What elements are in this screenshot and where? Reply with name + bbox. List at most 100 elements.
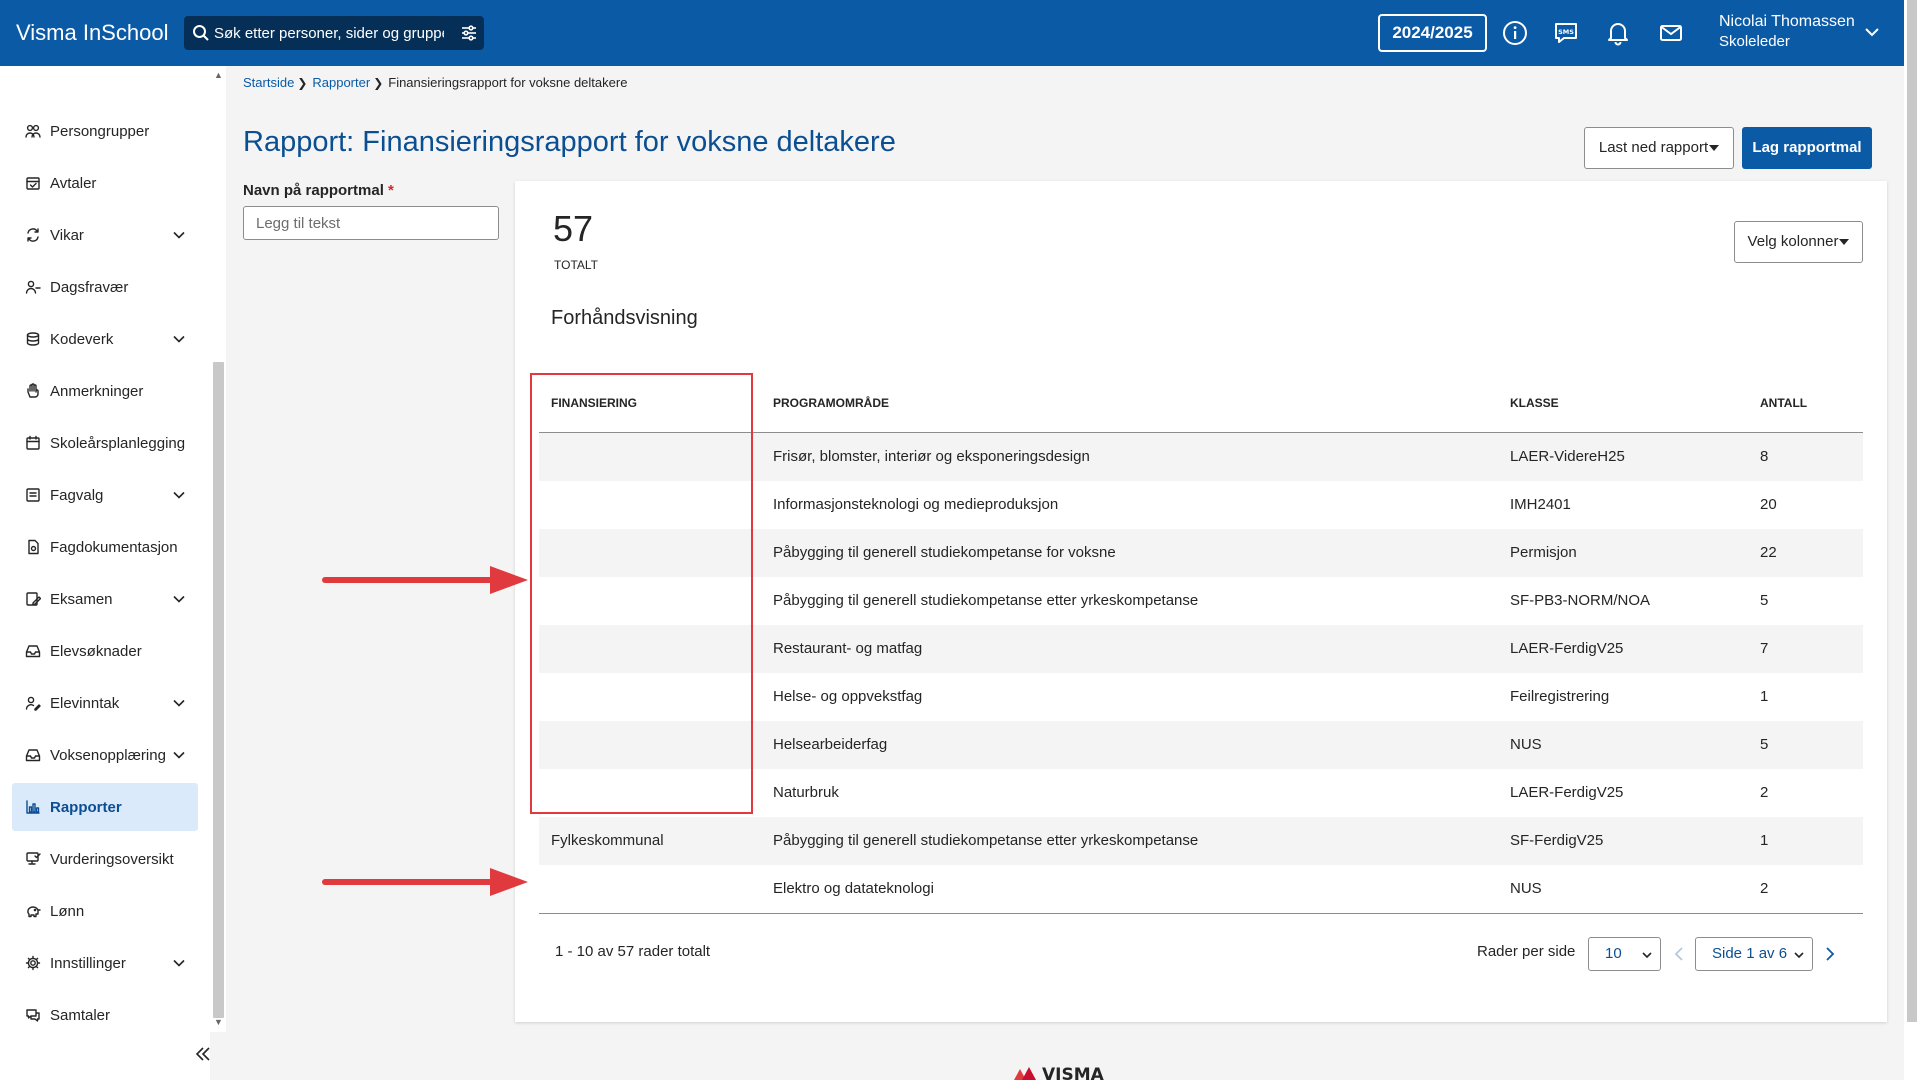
chevron-down-icon[interactable]: [172, 332, 186, 346]
filter-sliders-icon[interactable]: [460, 24, 478, 42]
sidebar-item-label: Rapporter: [50, 798, 122, 816]
collapse-sidebar-icon[interactable]: [194, 1045, 212, 1063]
sidebar-item-skoleårsplanlegging[interactable]: Skoleårsplanlegging: [12, 419, 198, 467]
cell-programomrade: Helsearbeiderfag: [773, 736, 888, 753]
sidebar-item-voksenopplæring[interactable]: Voksenopplæring: [12, 731, 198, 779]
sidebar-item-elevsøknader[interactable]: Elevsøknader: [12, 627, 198, 675]
create-template-button[interactable]: Lag rapportmal: [1742, 127, 1872, 169]
breadcrumb-reports[interactable]: Rapporter: [312, 75, 370, 90]
sidebar-item-fagdokumentasjon[interactable]: Fagdokumentasjon: [12, 523, 198, 571]
cell-klasse: LAER-FerdigV25: [1510, 640, 1624, 657]
cell-antall: 20: [1760, 496, 1777, 513]
scroll-down-arrow-icon[interactable]: ▼: [214, 1017, 223, 1027]
sidebar-item-elevinntak[interactable]: Elevinntak: [12, 679, 198, 727]
school-year-button[interactable]: 2024/2025: [1378, 14, 1487, 52]
sidebar-item-dagsfravær[interactable]: Dagsfravær: [12, 263, 198, 311]
page-value: Side 1 av 6: [1712, 945, 1788, 962]
table-bottom-divider: [539, 913, 1863, 914]
column-header-programomrade[interactable]: PROGRAMOMRÅDE: [773, 396, 889, 410]
sidebar-item-label: Persongrupper: [50, 122, 150, 140]
rows-per-page-label: Rader per side: [1477, 943, 1576, 960]
chevron-down-icon: [1794, 952, 1804, 959]
inbox-icon: [25, 645, 41, 658]
sidebar-item-rapporter[interactable]: Rapporter: [12, 783, 198, 831]
sidebar-item-label: Fagvalg: [50, 486, 104, 504]
svg-text:VISMA: VISMA: [1042, 1065, 1105, 1080]
sidebar-scroll-thumb[interactable]: [213, 362, 224, 1018]
mail-icon[interactable]: [1658, 20, 1684, 46]
person-edit-icon: [25, 696, 41, 711]
sidebar-item-label: Avtaler: [50, 174, 97, 192]
download-report-button[interactable]: Last ned rapport: [1584, 127, 1734, 169]
chevron-down-icon[interactable]: [172, 488, 186, 502]
user-menu[interactable]: Nicolai Thomassen Skoleleder: [1719, 13, 1855, 50]
search-input[interactable]: [214, 18, 444, 48]
chevron-down-icon[interactable]: [1864, 24, 1880, 40]
cell-antall: 2: [1760, 880, 1769, 897]
chat-icon: [26, 1009, 40, 1022]
column-header-antall[interactable]: ANTALL: [1760, 396, 1807, 410]
chevron-down-icon[interactable]: [172, 748, 186, 762]
required-marker: *: [388, 182, 394, 199]
visma-footer-logo: VISMA: [1014, 1065, 1105, 1080]
sidebar-item-label: Kodeverk: [50, 330, 114, 348]
bell-icon[interactable]: [1605, 20, 1631, 46]
search-icon: [193, 25, 209, 41]
table-row: Fylkeskommunal Påbygging til generell stu…: [539, 817, 1863, 865]
sidebar-item-label: Samtaler: [50, 1006, 111, 1024]
bar-chart-icon: [26, 800, 40, 814]
rows-per-page-select[interactable]: 10: [1588, 937, 1661, 971]
template-name-input[interactable]: [243, 206, 499, 240]
chevron-down-icon[interactable]: [172, 956, 186, 970]
inbox-icon: [25, 749, 41, 762]
app-logo[interactable]: Visma InSchool: [16, 20, 168, 46]
swap-icon: [27, 228, 39, 242]
annotation-highlight-box: [530, 373, 753, 814]
cell-antall: 22: [1760, 544, 1777, 561]
sidebar-item-persongrupper[interactable]: Persongrupper: [12, 107, 198, 155]
scroll-up-arrow-icon[interactable]: ▲: [214, 70, 223, 80]
cell-klasse: Permisjon: [1510, 544, 1577, 561]
global-search[interactable]: [184, 16, 484, 50]
column-header-klasse[interactable]: KLASSE: [1510, 396, 1559, 410]
svg-text:SMS: SMS: [1558, 28, 1574, 36]
pagination-info: 1 - 10 av 57 rader totalt: [555, 943, 711, 960]
user-role: Skoleleder: [1719, 33, 1790, 50]
page-select[interactable]: Side 1 av 6: [1695, 937, 1813, 971]
previous-page-icon[interactable]: [1672, 946, 1686, 962]
sms-icon[interactable]: SMS: [1553, 20, 1579, 46]
cell-antall: 7: [1760, 640, 1769, 657]
calendar-check-icon: [26, 177, 40, 190]
chevron-down-icon[interactable]: [172, 696, 186, 710]
sidebar-item-samtaler[interactable]: Samtaler: [12, 991, 198, 1039]
cell-programomrade: Påbygging til generell studiekompetanse …: [773, 592, 1199, 609]
template-name-label: Navn på rapportmal *: [243, 182, 394, 199]
cell-klasse: NUS: [1510, 880, 1542, 897]
select-columns-button[interactable]: Velg kolonner: [1734, 221, 1863, 263]
sidebar-item-label: Vikar: [50, 226, 84, 244]
chevron-down-icon[interactable]: [172, 592, 186, 606]
cell-klasse: SF-PB3-NORM/NOA: [1510, 592, 1651, 609]
top-bar: Visma InSchool 2024/2025 SMS Nicolai Tho…: [0, 0, 1920, 66]
sidebar-item-kodeverk[interactable]: Kodeverk: [12, 315, 198, 363]
chevron-down-icon: [1642, 952, 1652, 959]
cell-antall: 5: [1760, 736, 1769, 753]
sidebar-item-innstillinger[interactable]: Innstillinger: [12, 939, 198, 987]
sidebar-item-anmerkninger[interactable]: Anmerkninger: [12, 367, 198, 415]
review-icon: [26, 852, 41, 865]
page-scroll-thumb[interactable]: [1907, 0, 1917, 1022]
info-icon[interactable]: [1502, 20, 1528, 46]
sidebar-item-fagvalg[interactable]: Fagvalg: [12, 471, 198, 519]
page-title: Rapport: Finansieringsrapport for voksne…: [243, 126, 896, 158]
next-page-icon[interactable]: [1823, 946, 1837, 962]
sidebar-item-avtaler[interactable]: Avtaler: [12, 159, 198, 207]
sidebar-item-eksamen[interactable]: Eksamen: [12, 575, 198, 623]
breadcrumb-home[interactable]: Startside: [243, 75, 294, 90]
document-gear-icon: [28, 539, 39, 555]
breadcrumb-separator: ❯: [373, 76, 384, 90]
sidebar-item-lønn[interactable]: Lønn: [12, 887, 198, 935]
cell-antall: 2: [1760, 784, 1769, 801]
sidebar-item-vurderingsoversikt[interactable]: Vurderingsoversikt: [12, 835, 198, 883]
chevron-down-icon[interactable]: [172, 228, 186, 242]
sidebar-item-vikar[interactable]: Vikar: [12, 211, 198, 259]
